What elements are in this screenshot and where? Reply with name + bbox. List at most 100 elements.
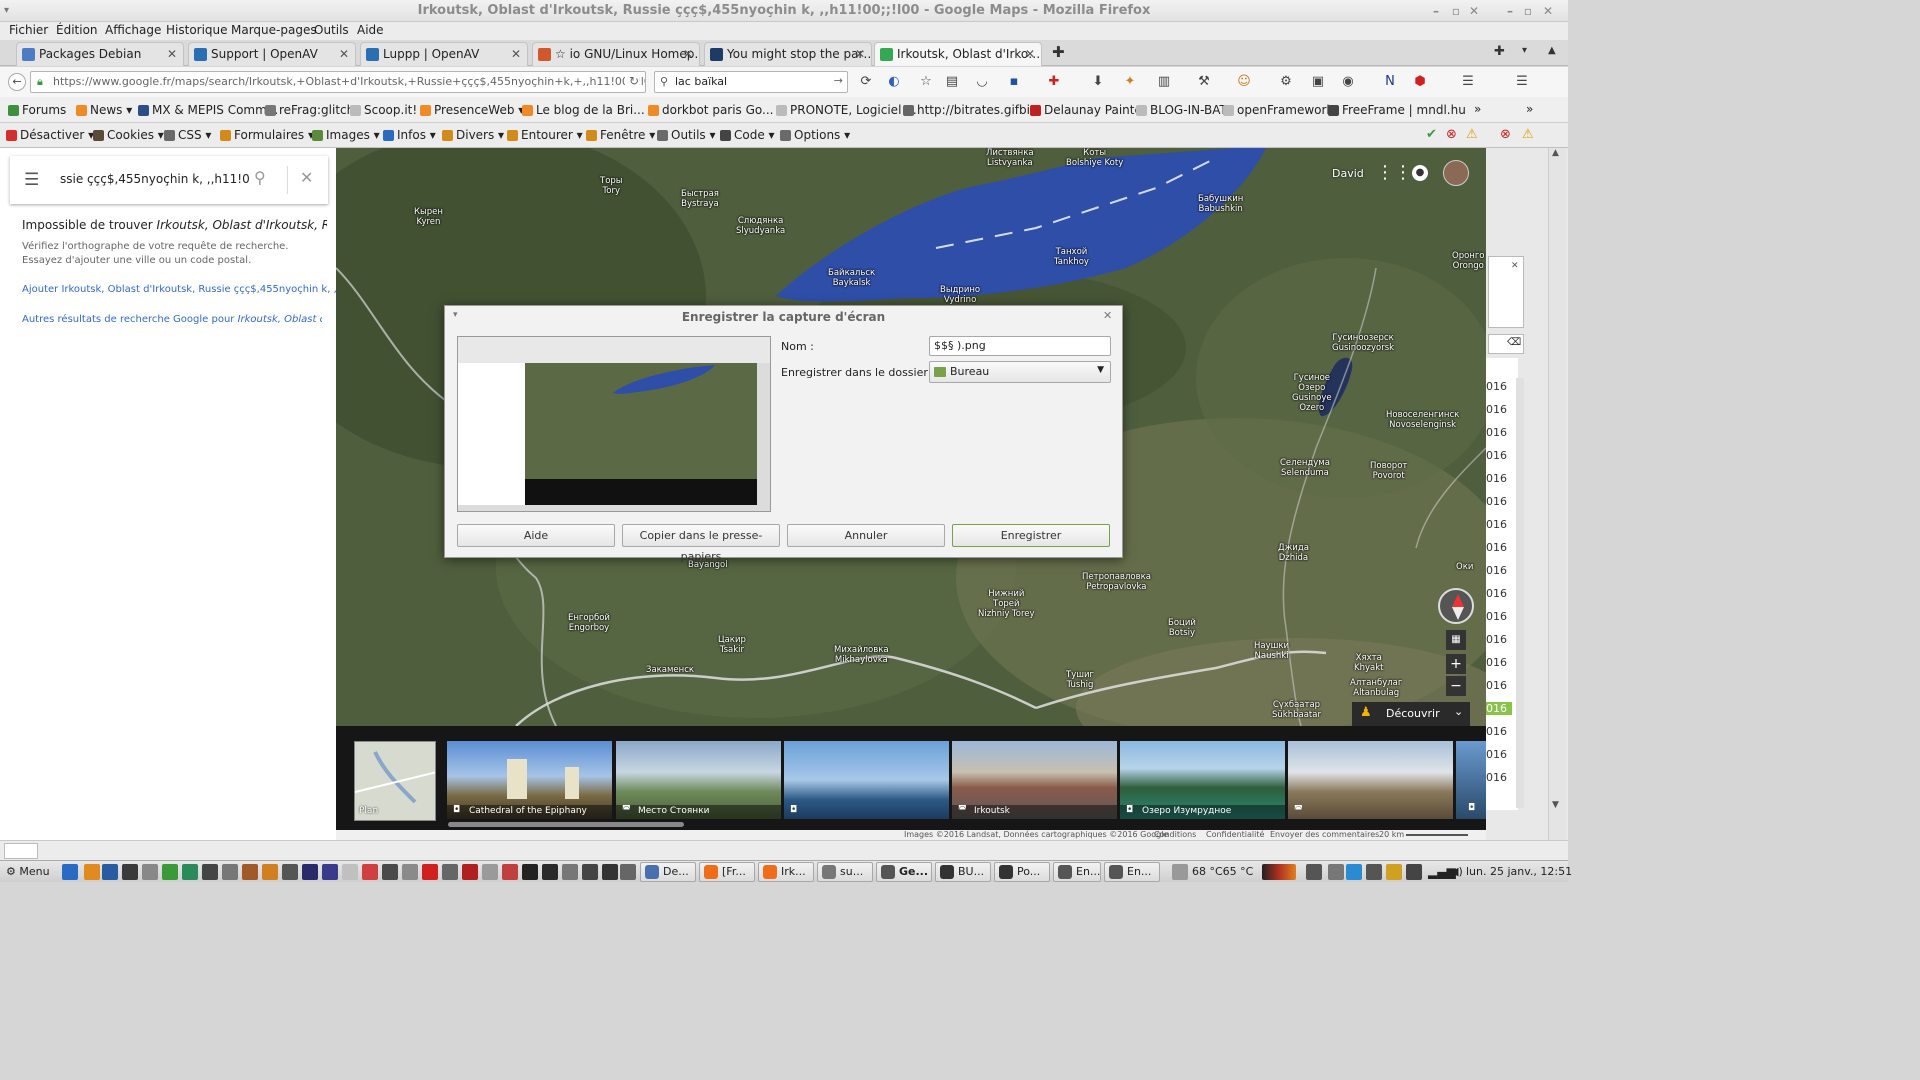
hamburger-menu-icon[interactable]: ☰ (1460, 74, 1476, 90)
error-icon[interactable]: ⊗ (1446, 127, 1457, 142)
clipboard-tray-icon[interactable] (1306, 864, 1322, 880)
photo-thumbnail[interactable]: ◚ Место Стоянки (616, 741, 781, 819)
scroll-up-icon[interactable]: ▲ (1548, 45, 1556, 56)
menu-marque-pages[interactable]: Marque-pages (231, 23, 317, 37)
dev-fenetre[interactable]: Fenêtre ▾ (586, 128, 655, 142)
bookmark-pronote[interactable]: PRONOTE, Logiciel ... (776, 103, 917, 117)
tray-icon[interactable] (1328, 864, 1344, 880)
pocket-icon[interactable]: ◡ (974, 74, 990, 90)
launcher-icon[interactable] (402, 864, 418, 880)
bookmark-scoopit[interactable]: Scoop.it! (350, 103, 417, 117)
translate-icon[interactable]: ◐ (886, 74, 902, 90)
apps-grid-icon[interactable]: ⋮⋮ (1376, 162, 1412, 183)
launcher-icon[interactable] (62, 864, 78, 880)
url-bar[interactable]: 🔒︎ https://www.google.fr/maps/search/Irk… (30, 71, 646, 93)
tab-irkoutsk-maps[interactable]: Irkoutsk, Oblast d'Irko… ✕ (874, 42, 1042, 66)
maximize-icon[interactable]: ▫ (1448, 3, 1464, 19)
tray-icon[interactable] (1406, 864, 1422, 880)
warning-icon[interactable]: ⚠ (1466, 127, 1478, 142)
close-tab-icon[interactable]: ✕ (683, 47, 693, 61)
dialog-menu-icon[interactable]: ▾ (453, 310, 458, 320)
task-button[interactable]: BU... (935, 862, 991, 882)
bookmark-dorkbot[interactable]: dorkbot paris Go... ▾ (648, 103, 783, 117)
discover-button[interactable]: ♟ Découvrir ⌄ (1352, 702, 1470, 726)
close-tab-icon[interactable]: ✕ (339, 47, 349, 61)
photo-strip-scrollbar[interactable] (448, 822, 684, 827)
window-menu-icon[interactable]: ▾ (4, 0, 9, 22)
gear-icon[interactable]: ⚙ (1278, 74, 1294, 90)
launcher-icon[interactable] (342, 864, 358, 880)
close-icon[interactable]: ✕ (1511, 261, 1519, 271)
launcher-icon[interactable] (482, 864, 498, 880)
bookmark-star-icon[interactable]: ☆ (918, 74, 934, 90)
launcher-icon[interactable] (84, 864, 100, 880)
bookmarks-list-icon[interactable]: ▤ (944, 74, 960, 90)
help-button[interactable]: Aide (457, 524, 615, 547)
menu-aide[interactable]: Aide (357, 23, 384, 37)
n-addon-icon[interactable]: N (1382, 74, 1398, 90)
dev-options[interactable]: Options ▾ (780, 128, 850, 142)
search-icon[interactable]: ⚲ (254, 168, 266, 187)
tab-you-might-stop[interactable]: You might stop the par… ✕ (704, 42, 872, 66)
tab-gnu-linux[interactable]: ☆ io GNU/Linux Homep… ✕ (532, 42, 700, 66)
maps-search-box[interactable]: ☰ ssie ççç$,455nyoçhin k, ,,h11!00;;!l ⚲… (10, 156, 328, 204)
task-button-active[interactable]: Ge... (876, 862, 932, 882)
main-menu-icon[interactable]: ☰ (1514, 74, 1530, 90)
page-scrollbar[interactable]: ▲ ▼ (1548, 148, 1566, 840)
tab-list-chevron-icon[interactable]: ▾ (1522, 45, 1527, 56)
launcher-icon[interactable] (582, 864, 598, 880)
dev-outils[interactable]: Outils ▾ (657, 128, 716, 142)
task-button[interactable]: Irk... (758, 862, 814, 882)
avatar[interactable] (1443, 160, 1469, 186)
launcher-icon[interactable] (162, 864, 178, 880)
greasemonkey-icon[interactable]: ☺ (1236, 74, 1252, 90)
check-icon[interactable]: ✔ (1426, 127, 1437, 142)
bookmark-openframeworks[interactable]: openFrameworks (1223, 103, 1340, 117)
launcher-icon[interactable] (102, 864, 118, 880)
tab-packages-debian[interactable]: Packages Debian ✕ (16, 42, 184, 66)
menu-edition[interactable]: Édition (56, 23, 98, 37)
launcher-icon[interactable] (142, 864, 158, 880)
download-icon[interactable]: ⬇ (1090, 74, 1106, 90)
task-button[interactable]: En... (1053, 862, 1101, 882)
addon-puzzle-icon[interactable]: ✦ (1122, 74, 1138, 90)
photo-thumbnail[interactable]: ◘ Озеро Изумрудное (1120, 741, 1285, 819)
bookmark-forums[interactable]: Forums (8, 103, 66, 117)
new-tab-icon-right[interactable]: ✚ (1494, 44, 1505, 59)
copy-to-clipboard-button[interactable]: Copier dans le presse-papiers (622, 524, 780, 563)
search-input[interactable]: ⚲ lac baïkal → (654, 71, 848, 93)
maximize-icon-2[interactable]: ▫ (1520, 3, 1536, 19)
scroll-up-icon[interactable]: ▲ (1552, 148, 1559, 158)
conditions-link[interactable]: Conditions (1154, 830, 1196, 839)
close-tab-icon[interactable]: ✕ (855, 47, 865, 61)
user-name[interactable]: David (1332, 167, 1364, 180)
adblock-icon[interactable]: ⬢ (1412, 74, 1428, 90)
launcher-icon[interactable] (562, 864, 578, 880)
search-go-icon[interactable]: → (834, 74, 843, 87)
menu-fichier[interactable]: Fichier (9, 23, 48, 37)
zoom-in-icon[interactable]: + (1446, 654, 1466, 674)
bookmark-bitrates[interactable]: http://bitrates.gifbi... (903, 103, 1041, 117)
bookmark-mx-mepis[interactable]: MX & MEPIS Comm... (138, 103, 278, 117)
notifications-icon[interactable]: ▣ (1310, 74, 1326, 90)
tray-icon[interactable] (1366, 864, 1382, 880)
cancel-button[interactable]: Annuler (787, 524, 945, 547)
clock[interactable]: lun. 25 janv., 12:51 (1466, 863, 1572, 881)
task-button[interactable]: En... (1104, 862, 1160, 882)
chevron-down-icon[interactable]: ⌄ (1454, 705, 1463, 718)
sync-icon[interactable]: ⟳ (858, 74, 874, 90)
task-button[interactable]: su... (817, 862, 873, 882)
launcher-icon[interactable] (262, 864, 278, 880)
dev-code[interactable]: Code ▾ (720, 128, 775, 142)
minimize-icon-2[interactable]: – (1502, 3, 1518, 19)
tilt-grid-icon[interactable]: ▦ (1446, 630, 1466, 650)
task-button[interactable]: Po... (994, 862, 1050, 882)
privacy-link[interactable]: Confidentialité (1206, 830, 1264, 839)
add-place-link[interactable]: Ajouter Irkoutsk, Oblast d'Irkoutsk, Rus… (22, 284, 336, 295)
more-bookmarks-icon-2[interactable]: » (1526, 102, 1533, 116)
save-button[interactable]: Enregistrer (952, 524, 1110, 547)
launcher-icon[interactable] (522, 864, 538, 880)
pegman-icon[interactable]: ♟ (1360, 705, 1372, 720)
zoom-out-icon[interactable]: − (1446, 676, 1466, 696)
dev-css[interactable]: CSS ▾ (164, 128, 211, 142)
